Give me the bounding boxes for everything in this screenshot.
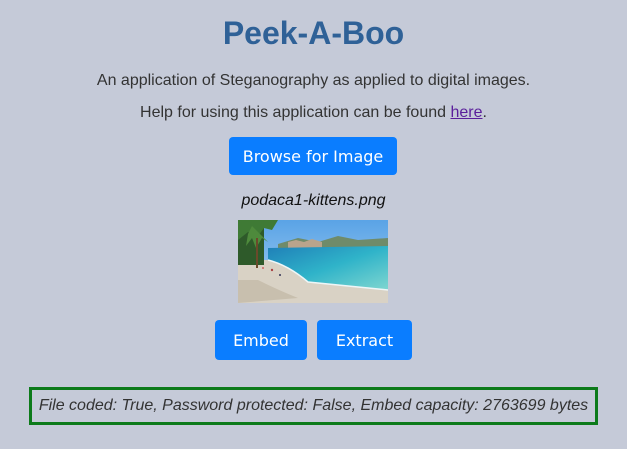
extract-button[interactable]: Extract [317, 320, 412, 360]
help-text: Help for using this application can be f… [0, 103, 627, 123]
image-filename: podaca1-kittens.png [241, 192, 386, 209]
page-title: Peek-A-Boo [222, 15, 405, 51]
beach-photo-icon [238, 220, 388, 303]
help-link[interactable]: here [450, 104, 482, 121]
status-text: File coded: True, Password protected: Fa… [38, 397, 589, 414]
embed-button[interactable]: Embed [215, 320, 307, 360]
status-box: File coded: True, Password protected: Fa… [29, 387, 598, 425]
app-description: An application of Steganography as appli… [96, 72, 531, 89]
help-text-prefix: Help for using this application can be f… [140, 104, 451, 121]
browse-image-button[interactable]: Browse for Image [229, 137, 397, 175]
image-preview [238, 220, 388, 303]
help-text-suffix: . [482, 104, 487, 121]
